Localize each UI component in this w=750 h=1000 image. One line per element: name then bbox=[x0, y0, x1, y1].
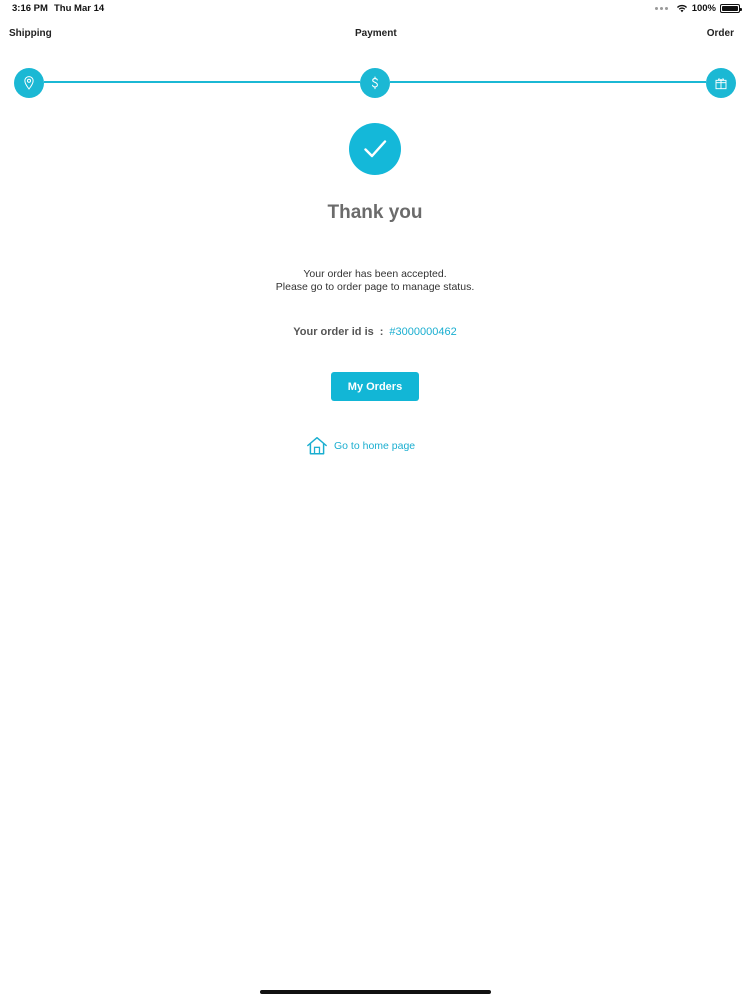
step-connector-2 bbox=[390, 81, 706, 83]
order-id-separator: : bbox=[379, 326, 384, 338]
go-to-home-label[interactable]: Go to home page bbox=[334, 440, 415, 452]
status-bar: 3:16 PM Thu Mar 14 100% bbox=[0, 0, 750, 18]
my-orders-button[interactable]: My Orders bbox=[331, 372, 419, 401]
status-date: Thu Mar 14 bbox=[54, 3, 105, 14]
step-label-shipping: Shipping bbox=[9, 28, 52, 39]
status-indicators: 100% bbox=[654, 3, 742, 14]
battery-percentage: 100% bbox=[691, 3, 716, 14]
step-shipping bbox=[14, 68, 44, 98]
step-label-order: Order bbox=[706, 28, 734, 39]
status-time: 3:16 PM bbox=[12, 3, 48, 14]
step-payment bbox=[360, 68, 390, 98]
home-indicator[interactable] bbox=[260, 990, 491, 994]
step-order bbox=[706, 68, 736, 98]
location-pin-icon bbox=[24, 76, 34, 90]
checkout-stepper: Shipping Payment Order bbox=[0, 24, 750, 98]
gift-icon bbox=[715, 78, 727, 90]
thank-you-title: Thank you bbox=[327, 202, 423, 223]
step-connector-1 bbox=[44, 81, 360, 83]
home-icon bbox=[307, 436, 327, 455]
wifi-icon bbox=[676, 4, 687, 13]
order-id-value: #3000000462 bbox=[389, 326, 457, 338]
order-id-row: Your order id is: #3000000462 bbox=[0, 326, 750, 338]
order-accepted-message: Your order has been accepted. Please go … bbox=[0, 268, 750, 294]
step-label-payment: Payment bbox=[355, 28, 397, 39]
success-badge bbox=[349, 123, 401, 175]
message-line-2: Please go to order page to manage status… bbox=[275, 281, 475, 293]
multitasking-dots-icon bbox=[654, 7, 668, 10]
go-to-home-link[interactable]: Go to home page bbox=[306, 435, 415, 456]
dollar-icon bbox=[372, 76, 378, 90]
checkmark-icon bbox=[364, 140, 387, 158]
message-line-1: Your order has been accepted. bbox=[303, 268, 447, 280]
battery-icon bbox=[720, 4, 742, 13]
order-id-label: Your order id is bbox=[293, 326, 374, 338]
